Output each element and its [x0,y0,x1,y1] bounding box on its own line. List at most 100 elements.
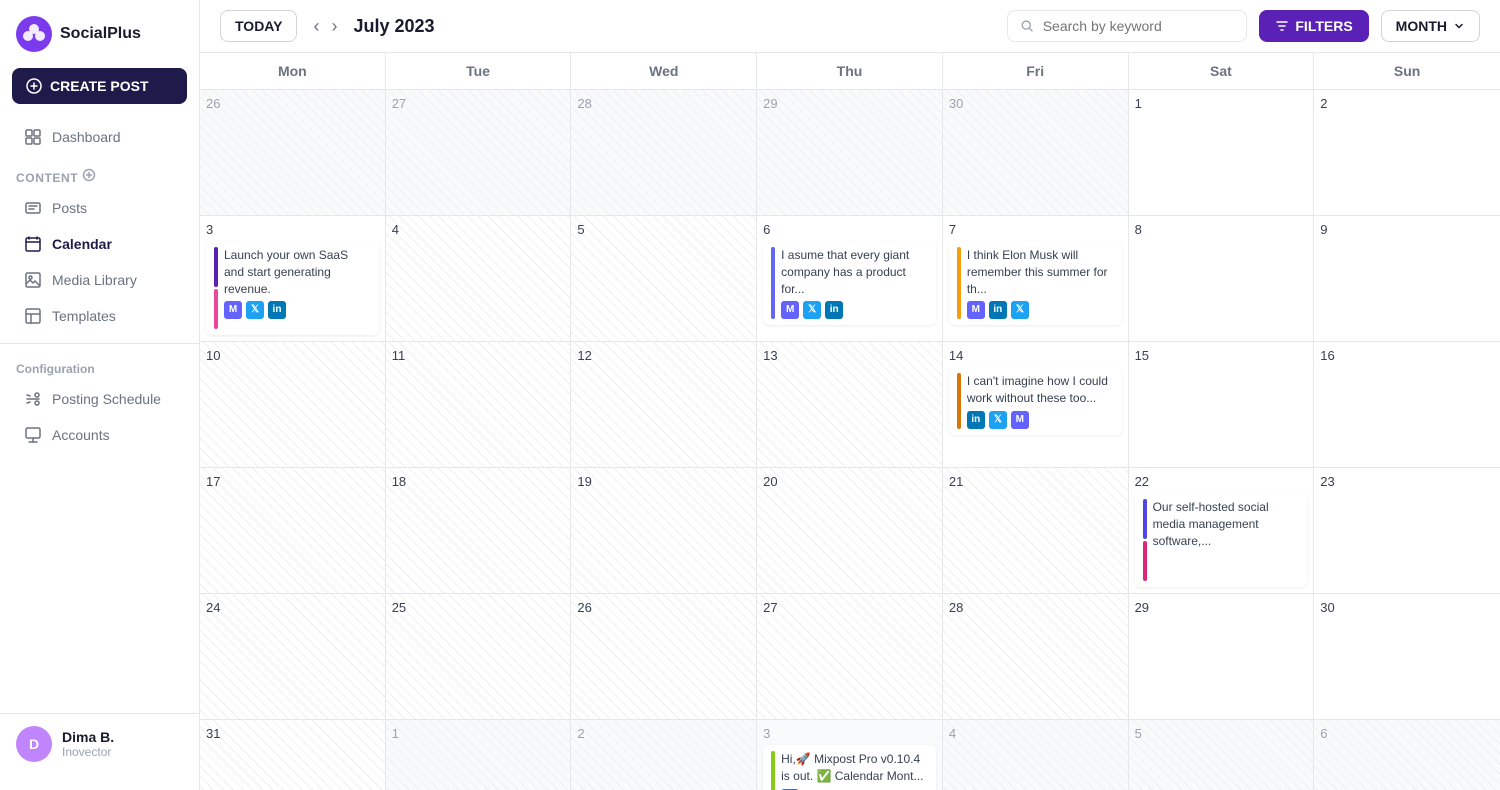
event-icons: Min𝕏 [967,301,1114,319]
calendar-cell[interactable]: 19 [571,468,757,594]
calendar-cell[interactable]: 25 [386,594,572,720]
calendar-cell[interactable]: 8 [1129,216,1315,342]
event-card[interactable]: Launch your own SaaS and start generatin… [206,241,379,335]
calendar-cell[interactable]: 4 [386,216,572,342]
calendar-icon [24,235,42,253]
cell-date: 2 [577,726,750,741]
event-bar [957,373,961,429]
next-month-button[interactable]: › [327,13,341,39]
prev-month-button[interactable]: ‹ [309,13,323,39]
calendar-cell[interactable]: 7 I think Elon Musk will remember this su… [943,216,1129,342]
calendar-cell[interactable]: 27 [386,90,572,216]
event-bar [1143,499,1147,539]
calendar-cell[interactable]: 28 [571,90,757,216]
calendar-cell[interactable]: 5 [571,216,757,342]
cell-date: 7 [949,222,1122,237]
month-select-button[interactable]: MONTH [1381,10,1480,42]
event-text: I asume that every giant company has a p… [781,247,928,319]
sidebar-item-calendar[interactable]: Calendar [8,227,191,261]
event-card[interactable]: Our self-hosted social media management … [1135,493,1308,587]
search-bar [1007,10,1247,42]
calendar-cell[interactable]: 10 [200,342,386,468]
calendar-cell[interactable]: 4 [943,720,1129,790]
filters-button[interactable]: FILTERS [1259,10,1368,42]
mastodon-icon: M [224,301,242,319]
sidebar-item-media-library[interactable]: Media Library [8,263,191,297]
month-title: July 2023 [353,16,995,37]
calendar-grid: 2627282930123Launch your own SaaS and st… [200,90,1500,790]
cell-date: 5 [577,222,750,237]
user-info: Dima B. Inovector [62,729,114,759]
calendar-cell[interactable]: 1 [1129,90,1315,216]
calendar-cell[interactable]: 27 [757,594,943,720]
content-add-icon[interactable] [82,168,96,182]
calendar-cell[interactable]: 31 [200,720,386,790]
linkedin-icon: in [989,301,1007,319]
calendar-cell[interactable]: 28 [943,594,1129,720]
calendar-cell[interactable]: 29 [757,90,943,216]
cell-date: 8 [1135,222,1308,237]
sidebar-item-posting-schedule[interactable]: Posting Schedule [8,382,191,416]
event-card[interactable]: I can't imagine how I could work without… [949,367,1122,435]
calendar-cell[interactable]: 1 [386,720,572,790]
calendar-cell[interactable]: 29 [1129,594,1315,720]
event-bar [771,751,775,790]
calendar-cell[interactable]: 3Launch your own SaaS and start generati… [200,216,386,342]
event-text: Launch your own SaaS and start generatin… [224,247,371,329]
user-role: Inovector [62,745,114,759]
calendar-cell[interactable]: 24 [200,594,386,720]
calendar-cell[interactable]: 6 [1314,720,1500,790]
calendar-cell[interactable]: 30 [1314,594,1500,720]
calendar-cell[interactable]: 9 [1314,216,1500,342]
calendar-cell[interactable]: 14I can't imagine how I could work witho… [943,342,1129,468]
calendar-cell[interactable]: 5 [1129,720,1315,790]
calendar-cell[interactable]: 20 [757,468,943,594]
calendar-cell[interactable]: 30 [943,90,1129,216]
calendar-cell[interactable]: 22Our self-hosted social media managemen… [1129,468,1315,594]
calendar-cell[interactable]: 13 [757,342,943,468]
logo-area: SocialPlus [0,16,199,68]
sidebar-item-posts[interactable]: Posts [8,191,191,225]
event-card[interactable]: I think Elon Musk will remember this sum… [949,241,1122,325]
config-section-label: Configuration [0,354,199,380]
cell-date: 3 [763,726,936,741]
calendar-cell[interactable]: 2 [571,720,757,790]
cell-date: 1 [1135,96,1308,111]
calendar-cell[interactable]: 15 [1129,342,1315,468]
accounts-icon [24,426,42,444]
calendar-cell[interactable]: 26 [200,90,386,216]
sidebar-item-accounts[interactable]: Accounts [8,418,191,452]
cell-date: 25 [392,600,565,615]
calendar-cell[interactable]: 6I asume that every giant company has a … [757,216,943,342]
search-input[interactable] [1043,18,1235,34]
cell-date: 24 [206,600,379,615]
sidebar-item-dashboard[interactable]: Dashboard [8,120,191,154]
linkedin-icon: in [967,411,985,429]
sidebar-item-templates[interactable]: Templates [8,299,191,333]
calendar-cell[interactable]: 16 [1314,342,1500,468]
cell-date: 12 [577,348,750,363]
event-card[interactable]: I asume that every giant company has a p… [763,241,936,325]
event-icons: in𝕏M [967,411,1114,429]
today-button[interactable]: TODAY [220,10,297,42]
user-profile[interactable]: D Dima B. Inovector [0,713,199,774]
calendar-cell[interactable]: 21 [943,468,1129,594]
cell-date: 1 [392,726,565,741]
cell-date: 15 [1135,348,1308,363]
cell-date: 2 [1320,96,1494,111]
calendar-cell[interactable]: 12 [571,342,757,468]
calendar-header-cell: Fri [943,53,1129,89]
cell-date: 13 [763,348,936,363]
main-content: TODAY ‹ › July 2023 FILTERS MONTH [200,0,1500,790]
cell-date: 23 [1320,474,1494,489]
calendar-cell[interactable]: 3 Hi,🚀 Mixpost Pro v0.10.4 is out. ✅ Cale… [757,720,943,790]
calendar-cell[interactable]: 2 [1314,90,1500,216]
calendar-cell[interactable]: 17 [200,468,386,594]
calendar-cell[interactable]: 23 [1314,468,1500,594]
create-post-button[interactable]: CREATE POST [12,68,187,104]
calendar-cell[interactable]: 26 [571,594,757,720]
twitter-icon: 𝕏 [989,411,1007,429]
calendar-cell[interactable]: 11 [386,342,572,468]
event-card[interactable]: Hi,🚀 Mixpost Pro v0.10.4 is out. ✅ Calen… [763,745,936,790]
calendar-cell[interactable]: 18 [386,468,572,594]
